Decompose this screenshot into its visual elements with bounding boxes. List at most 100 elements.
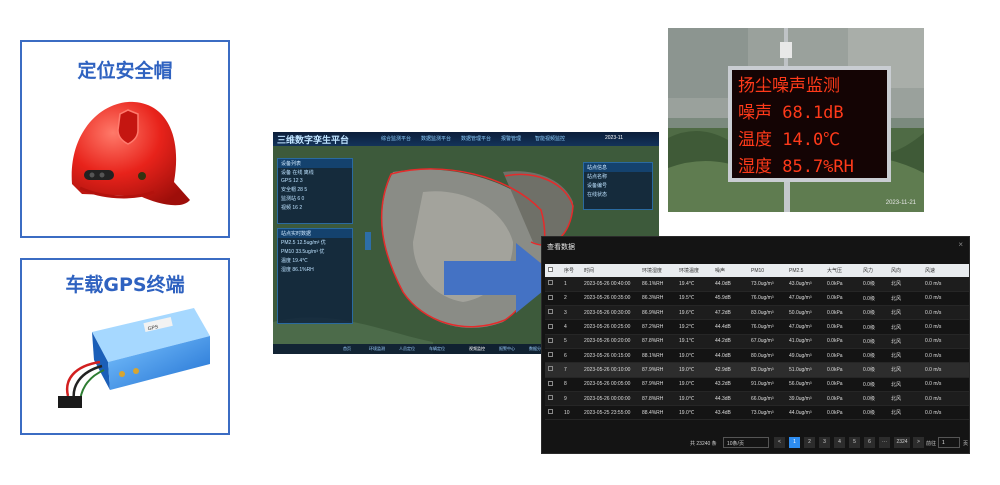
- row-checkbox[interactable]: [545, 405, 561, 421]
- table-cell: 1: [561, 277, 581, 292]
- gps-terminal-card: 车载GPS终端 GPS: [20, 258, 230, 435]
- platform-nav-tab[interactable]: 综合监测平台: [381, 135, 411, 142]
- table-cell: 19.4℃: [676, 277, 712, 292]
- page-button[interactable]: 2: [804, 437, 815, 448]
- table-cell: 2023-05-26 00:30:00: [581, 305, 639, 321]
- platform-topbar: 三维数字孪生平台 综合监测平台 数据监测平台 数据管理平台 报警管理 智能视频监…: [273, 132, 659, 146]
- page-ellipsis-button[interactable]: ···: [879, 437, 890, 448]
- column-header[interactable]: 环境湿度: [639, 264, 676, 277]
- table-row[interactable]: 9 2023-05-26 00:00:00 87.8%RH 19.0℃ 44.3dB 66…: [545, 391, 969, 407]
- column-header[interactable]: PM10: [748, 264, 786, 277]
- platform-bottom-tab[interactable]: 环境监测: [369, 346, 385, 352]
- table-cell: 0.0级: [860, 305, 888, 321]
- page-button[interactable]: 3: [819, 437, 830, 448]
- column-header[interactable]: 噪声: [712, 264, 748, 277]
- platform-bottom-tab[interactable]: 人员定位: [399, 346, 415, 352]
- table-row[interactable]: 3 2023-05-26 00:30:00 86.9%RH 19.6℃ 47.2dB 83…: [545, 305, 969, 321]
- row-checkbox[interactable]: [545, 348, 561, 364]
- table-row[interactable]: 10 2023-05-25 23:55:00 88.4%RH 19.0℃ 43.4dB 7…: [545, 405, 969, 421]
- column-header[interactable]: 环境温度: [676, 264, 712, 277]
- table-row[interactable]: 7 2023-05-26 00:10:00 87.9%RH 19.0℃ 42.9dB 82…: [545, 362, 969, 378]
- row-checkbox[interactable]: [545, 305, 561, 321]
- column-header[interactable]: 时间: [581, 264, 639, 277]
- platform-bottom-tab[interactable]: 视频监控: [469, 346, 485, 352]
- select-all-checkbox[interactable]: [545, 264, 561, 277]
- column-header[interactable]: PM2.5: [786, 264, 824, 277]
- row-checkbox[interactable]: [545, 391, 561, 407]
- table-cell: 44.0dB: [712, 277, 748, 292]
- goto-page-input[interactable]: 1: [938, 437, 960, 448]
- table-cell: 0.0级: [860, 319, 888, 335]
- table-cell: 0.0 m/s: [922, 391, 969, 407]
- table-cell: 0.0级: [860, 391, 888, 407]
- table-cell: 56.0ug/m³: [786, 377, 824, 392]
- table-row[interactable]: 6 2023-05-26 00:15:00 88.1%RH 19.0℃ 44.0dB 80…: [545, 348, 969, 364]
- table-cell: 44.0ug/m³: [786, 405, 824, 421]
- platform-bottom-tab[interactable]: 车辆定位: [429, 346, 445, 352]
- table-cell: 0.0kPa: [824, 334, 860, 349]
- table-cell: 0.0级: [860, 377, 888, 392]
- site-info-panel: 站点信息 站点名称 设备编号 在线状态: [583, 162, 653, 210]
- page-button[interactable]: 2324: [894, 437, 910, 448]
- table-cell: 2023-05-26 00:15:00: [581, 348, 639, 364]
- column-header[interactable]: 风速: [922, 264, 969, 277]
- table-cell: 44.0dB: [712, 348, 748, 364]
- helmet-card: 定位安全帽: [20, 40, 230, 238]
- site-info-row: 设备编号: [587, 183, 608, 189]
- site-realtime-panel: 站点实时数据 PM2.5 12.5ug/m³ 优 PM10 33.5ug/m³ …: [277, 228, 353, 324]
- table-row[interactable]: 2 2023-05-26 00:35:00 86.3%RH 19.5℃ 45.9dB 76…: [545, 291, 969, 307]
- table-cell: 0.0 m/s: [922, 348, 969, 364]
- row-checkbox[interactable]: [545, 319, 561, 335]
- close-icon[interactable]: ×: [958, 240, 963, 249]
- page-button[interactable]: 1: [789, 437, 800, 448]
- table-cell: 51.0ug/m³: [786, 362, 824, 378]
- row-checkbox[interactable]: [545, 362, 561, 378]
- table-cell: 19.6℃: [676, 305, 712, 321]
- row-checkbox[interactable]: [545, 277, 561, 292]
- table-cell: 0.0kPa: [824, 319, 860, 335]
- column-header[interactable]: 大气压: [824, 264, 860, 277]
- platform-nav-tab[interactable]: 报警管理: [501, 135, 521, 142]
- table-cell: 北风: [888, 291, 922, 307]
- table-cell: 0.0 m/s: [922, 405, 969, 421]
- table-cell: 0.0kPa: [824, 348, 860, 364]
- monitoring-station-photo: 扬尘噪声监测 噪声 68.1dB 温度 14.0℃ 湿度 85.7%RH 202…: [668, 28, 924, 212]
- platform-nav-tab[interactable]: 数据管理平台: [461, 135, 491, 142]
- device-list-row: 设备 在线 离线: [281, 170, 314, 176]
- table-row[interactable]: 4 2023-05-26 00:25:00 87.2%RH 19.2℃ 44.4dB 76…: [545, 319, 969, 335]
- table-header-row: 序号 时间 环境湿度 环境温度 噪声 PM10 PM2.5 大气压 风力 风向 …: [545, 264, 969, 277]
- page-button[interactable]: 6: [864, 437, 875, 448]
- site-realtime-row: PM10 33.5ug/m³ 优: [281, 249, 325, 255]
- device-list-panel: 设备列表 设备 在线 离线 GPS 12 3 安全帽 28 5 监测站 6 0 …: [277, 158, 353, 224]
- table-cell: 73.0ug/m³: [748, 277, 786, 292]
- page-size-select[interactable]: 10条/页: [723, 437, 769, 448]
- platform-bottom-tab[interactable]: 首页: [343, 346, 351, 352]
- column-header[interactable]: 风向: [888, 264, 922, 277]
- prev-page-button[interactable]: <: [774, 437, 785, 448]
- table-cell: 42.9dB: [712, 362, 748, 378]
- row-checkbox[interactable]: [545, 334, 561, 349]
- next-page-button[interactable]: >: [913, 437, 924, 448]
- goto-unit: 页: [963, 441, 969, 447]
- table-cell: 2023-05-26 00:25:00: [581, 319, 639, 335]
- table-row[interactable]: 5 2023-05-26 00:20:00 87.8%RH 19.1℃ 44.2dB 67…: [545, 334, 969, 349]
- table-cell: 5: [561, 334, 581, 349]
- column-header[interactable]: 风力: [860, 264, 888, 277]
- page-button[interactable]: 4: [834, 437, 845, 448]
- table-cell: 43.2dB: [712, 377, 748, 392]
- platform-nav-tab[interactable]: 数据监测平台: [421, 135, 451, 142]
- column-header[interactable]: 序号: [561, 264, 581, 277]
- table-row[interactable]: 1 2023-05-26 00:40:00 86.1%RH 19.4℃ 44.0dB 73…: [545, 277, 969, 292]
- table-cell: 86.9%RH: [639, 305, 676, 321]
- helmet-image: [71, 101, 190, 206]
- site-realtime-row: PM2.5 12.5ug/m³ 优: [281, 240, 326, 246]
- table-cell: 北风: [888, 377, 922, 392]
- row-checkbox[interactable]: [545, 377, 561, 392]
- table-row[interactable]: 8 2023-05-26 00:05:00 87.9%RH 19.0℃ 43.2dB 91…: [545, 377, 969, 392]
- table-cell: 43.4dB: [712, 405, 748, 421]
- row-checkbox[interactable]: [545, 291, 561, 307]
- table-cell: 北风: [888, 334, 922, 349]
- platform-nav-tab[interactable]: 智能视频监控: [535, 135, 565, 142]
- page-button[interactable]: 5: [849, 437, 860, 448]
- platform-bottom-tab[interactable]: 报警中心: [499, 346, 515, 352]
